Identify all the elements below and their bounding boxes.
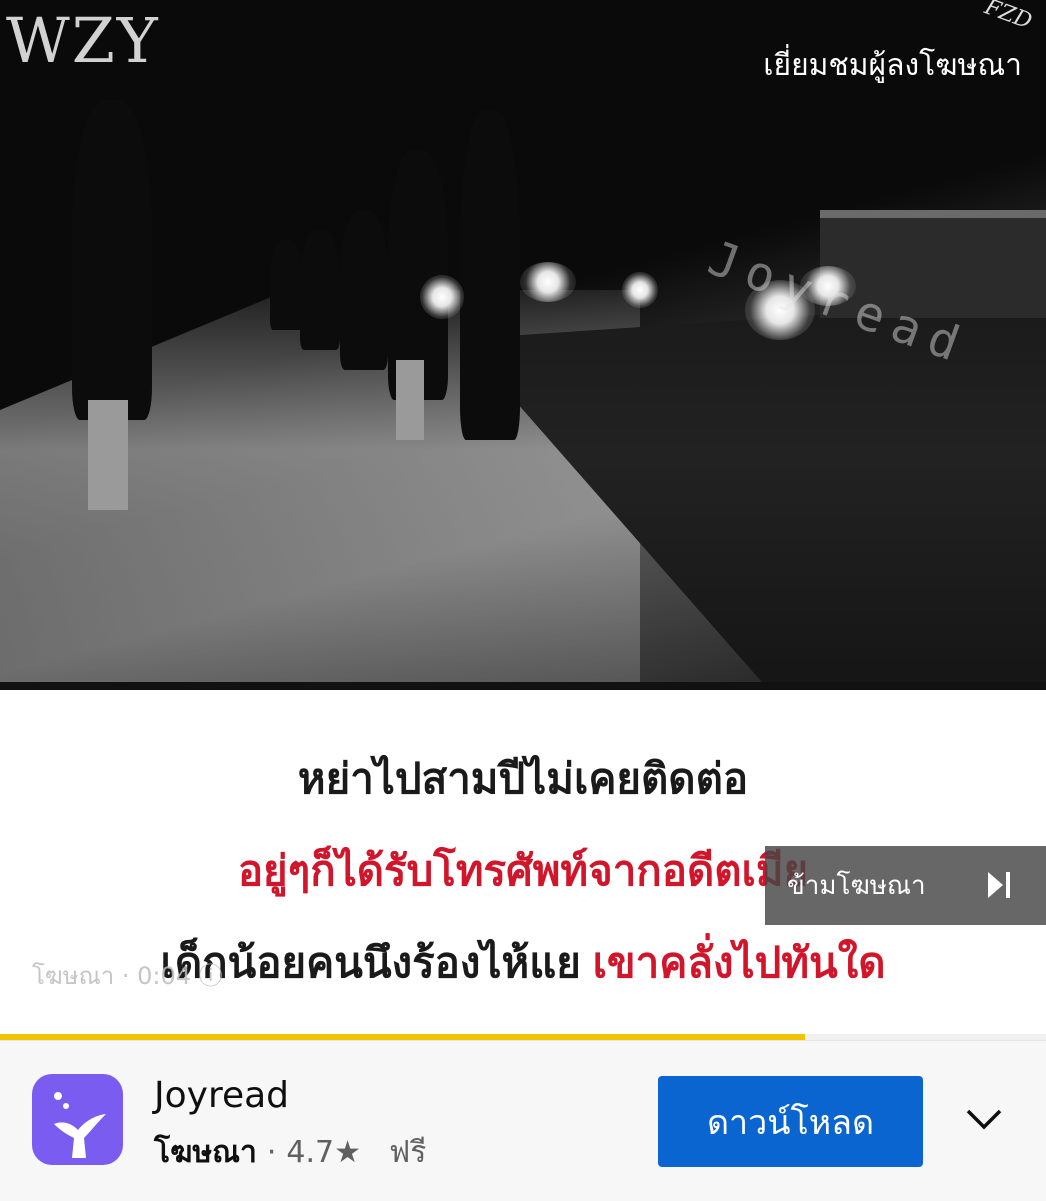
download-button[interactable]: ดาวน์โหลด [658,1076,923,1167]
headlight [520,262,576,302]
app-rating: 4.7★ [286,1135,361,1170]
person-silhouette [340,210,388,370]
visit-advertiser-link[interactable]: เยี่ยมชมผู้ลงโฆษณา [763,42,1022,89]
ad-video-player[interactable]: WZY FZD Joyread เยี่ยมชมผู้ลงโฆษณา หย่าไ… [0,0,1046,1040]
person-silhouette [460,110,520,440]
headlight [420,275,464,319]
app-meta: โฆษณา · 4.7★ ฟรี [154,1129,426,1176]
caption-line-3-red: เขาคลั่งไปทันใด [592,939,886,986]
person-silhouette [72,100,152,420]
person-silhouette [300,230,340,350]
ad-label: โฆษณา [154,1135,257,1170]
headlight [622,272,658,308]
caption-line-1: หย่าไปสามปีไม่เคยติดต่อ [297,755,749,802]
app-price: ฟรี [389,1135,427,1170]
app-name: Joyread [154,1075,290,1116]
person-silhouette [270,240,302,330]
meta-separator: · [266,1135,277,1170]
skip-ad-label: ข้ามโฆษณา [787,871,926,901]
joyread-whale-tail-icon[interactable] [32,1074,123,1165]
caption-line-3-black: เด็กน้อยคนนึงร้องไห้แย [160,939,581,986]
watermark-wzy: WZY [6,4,160,77]
app-install-bar: Joyread โฆษณา · 4.7★ ฟรี ดาวน์โหลด [0,1040,1046,1201]
person-legs [88,400,128,510]
person-legs [396,360,424,440]
chevron-down-icon[interactable] [960,1101,1008,1137]
whale-tail-icon [54,1092,106,1158]
skip-next-icon [988,872,1010,898]
ad-timer-label: โฆษณา · 0:04 ⓘ [32,962,223,990]
skip-ad-button[interactable]: ข้ามโฆษณา [765,846,1046,925]
frame-divider [0,682,1046,690]
video-frame[interactable]: WZY FZD Joyread เยี่ยมชมผู้ลงโฆษณา [0,0,1046,682]
